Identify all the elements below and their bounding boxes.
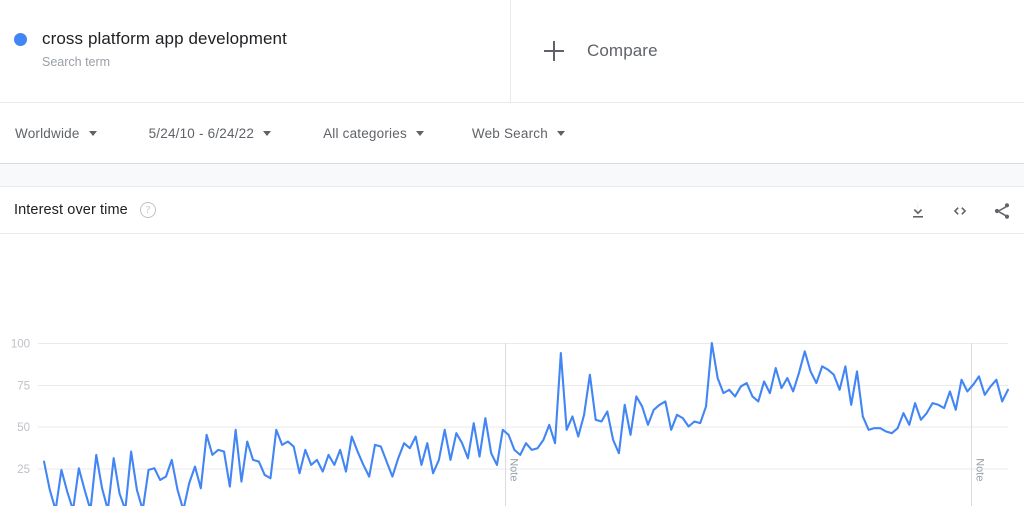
compare-label: Compare — [587, 41, 658, 60]
filter-location-label: Worldwide — [15, 125, 80, 141]
share-icon[interactable] — [992, 201, 1012, 221]
filter-category[interactable]: All categories — [323, 126, 424, 141]
filter-search-type[interactable]: Web Search — [472, 126, 565, 141]
section-gap — [0, 164, 1024, 186]
chart-gridlines — [38, 343, 1008, 470]
chart-annotations: Note Note — [505, 343, 986, 506]
interest-over-time-chart[interactable]: 255075100 NoteNote Jun 1, 2010Jan 1, 201… — [0, 234, 1024, 506]
filter-category-label: All categories — [323, 125, 407, 141]
series-color-dot — [14, 33, 27, 46]
chart-series-line — [42, 341, 1010, 506]
help-icon[interactable]: ? — [139, 202, 156, 218]
chart-area[interactable]: 255075100 NoteNote Jun 1, 2010Jan 1, 201… — [0, 234, 1024, 506]
filter-location[interactable]: Worldwide — [15, 126, 97, 141]
card-actions — [908, 187, 1012, 234]
search-term-subtitle: Search term — [42, 55, 111, 69]
filter-search-type-label: Web Search — [471, 125, 548, 141]
card-header: Interest over time ? — [0, 187, 1024, 234]
y-axis-tick-label: 25 — [17, 464, 30, 476]
compare-button[interactable]: Compare — [511, 0, 1024, 103]
chart-y-axis-labels: 25 50 75 100 — [11, 339, 30, 476]
chevron-down-icon — [415, 130, 424, 136]
chevron-down-icon — [263, 130, 272, 136]
download-icon[interactable] — [908, 201, 928, 221]
page-title: Interest over time — [14, 202, 128, 218]
search-term-card[interactable]: cross platform app development Search te… — [0, 0, 511, 103]
trends-page: cross platform app development Search te… — [0, 0, 1024, 506]
filter-date-range[interactable]: 5/24/10 - 6/24/22 — [148, 125, 272, 141]
y-axis-tick-label: 75 — [17, 380, 30, 392]
search-term-text: cross platform app development Search te… — [42, 28, 287, 70]
chevron-down-icon — [556, 130, 565, 136]
y-axis-tick-label: 50 — [17, 422, 30, 434]
filter-date-range-label: 5/24/10 - 6/24/22 — [148, 125, 255, 141]
chevron-down-icon — [88, 130, 97, 136]
embed-icon[interactable] — [950, 201, 970, 221]
note-marker-label: Note — [508, 458, 520, 481]
note-marker-label: Note — [974, 458, 986, 481]
filter-bar: Worldwide 5/24/10 - 6/24/22 All categori… — [0, 103, 1024, 164]
trend-line — [42, 341, 1010, 506]
y-axis-tick-label: 100 — [11, 339, 30, 351]
plus-icon — [544, 41, 564, 61]
interest-over-time-card: Interest over time ? 25 50 75 100 Note N… — [0, 186, 1024, 506]
search-term-title: cross platform app development — [42, 29, 287, 48]
search-terms-row: cross platform app development Search te… — [0, 0, 1024, 103]
